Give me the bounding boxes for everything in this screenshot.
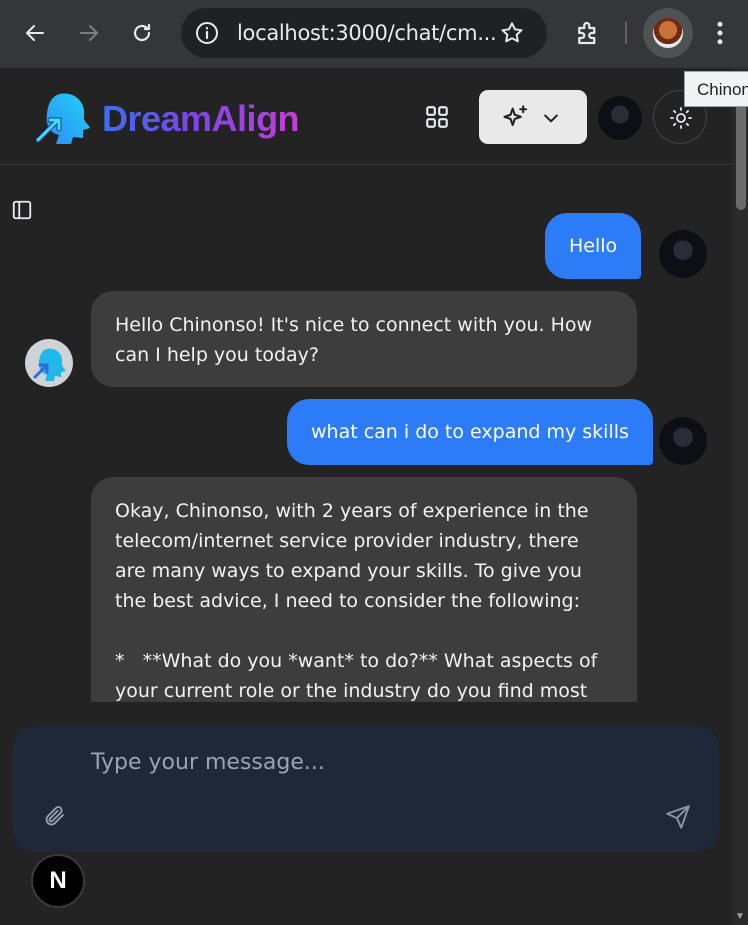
arrow-right-icon xyxy=(80,25,98,41)
scroll-down-arrow-icon[interactable]: ▼ xyxy=(735,911,745,922)
message-composer: Type your message... xyxy=(13,726,719,852)
sun-icon xyxy=(670,107,692,129)
paperclip-icon[interactable] xyxy=(43,804,67,828)
reload-icon xyxy=(133,23,151,42)
user-avatar xyxy=(659,230,707,278)
forward-button[interactable] xyxy=(74,18,104,48)
assistant-avatar xyxy=(25,339,73,387)
dreamalign-logo-icon xyxy=(36,93,90,144)
message-text: Okay, Chinonso, with 2 years of experien… xyxy=(115,500,598,702)
arrow-left-icon xyxy=(26,25,44,41)
profile-tooltip: Chinon xyxy=(684,71,748,107)
user-avatar[interactable] xyxy=(598,96,642,140)
message-text: what can i do to expand my skills xyxy=(311,421,629,443)
browser-toolbar: localhost:3000/chat/cm... xyxy=(0,0,748,68)
info-icon[interactable] xyxy=(195,21,219,45)
sidebar-toggle-icon[interactable] xyxy=(11,199,33,221)
user-message-bubble: Hello xyxy=(545,213,642,279)
chat-page: DreamAlign Hello Hello Chinonso! It's ni… xyxy=(0,68,732,925)
chevron-down-icon xyxy=(544,114,558,123)
bookmark-star-icon[interactable] xyxy=(499,20,525,46)
apps-grid-icon[interactable] xyxy=(424,104,450,130)
back-button[interactable] xyxy=(20,18,50,48)
send-icon[interactable] xyxy=(665,804,691,830)
kebab-menu-icon[interactable] xyxy=(705,18,735,48)
model-selector-button[interactable] xyxy=(479,90,587,144)
url-text[interactable]: localhost:3000/chat/cm... xyxy=(237,21,497,45)
nextjs-dev-badge[interactable]: N xyxy=(31,854,85,908)
assistant-message-bubble: Okay, Chinonso, with 2 years of experien… xyxy=(91,477,637,717)
user-avatar xyxy=(659,417,707,465)
app-header: DreamAlign xyxy=(0,68,732,165)
assistant-message-bubble: Hello Chinonso! It's nice to connect wit… xyxy=(91,291,637,387)
toolbar-divider xyxy=(625,22,627,44)
message-input[interactable]: Type your message... xyxy=(91,750,325,775)
address-bar[interactable]: localhost:3000/chat/cm... xyxy=(181,8,547,58)
reload-button[interactable] xyxy=(127,18,157,48)
sparkles-icon xyxy=(503,105,528,127)
message-text: Hello Chinonso! It's nice to connect wit… xyxy=(115,314,599,366)
browser-profile-button[interactable] xyxy=(643,8,693,58)
dreamalign-logo-icon xyxy=(33,348,66,381)
message-text: Hello xyxy=(569,235,618,257)
extensions-puzzle-icon[interactable] xyxy=(573,18,603,48)
brand-name[interactable]: DreamAlign xyxy=(102,98,300,140)
profile-avatar xyxy=(653,18,683,48)
user-message-bubble: what can i do to expand my skills xyxy=(287,399,653,465)
